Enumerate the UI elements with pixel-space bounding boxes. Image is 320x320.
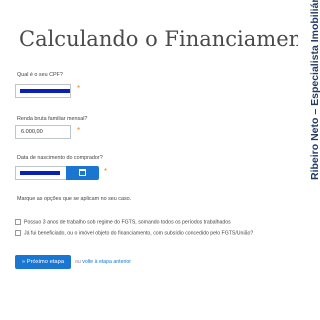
side-caption: Ribeiro Neto – Especialista Imobiliário: [309, 0, 320, 180]
calendar-button[interactable]: [66, 166, 99, 180]
or-text: ou: [75, 259, 81, 265]
income-required-marker: *: [77, 126, 81, 135]
birthdate-required-marker: *: [104, 167, 108, 176]
option-fgts-3-years[interactable]: Possuo 3 anos de trabalho sob regime do …: [15, 219, 231, 225]
income-label: Renda bruta familiar mensal?: [17, 116, 88, 122]
options-label: Marque as opções que se aplicam no seu c…: [17, 196, 132, 202]
birthdate-label: Data de nascimento do comprador?: [17, 155, 103, 161]
checkbox[interactable]: [15, 230, 21, 236]
option-label: Possuo 3 anos de trabalho sob regime do …: [24, 219, 231, 226]
calendar-icon: [79, 169, 86, 176]
page-title: Calculando o Financiamento: [19, 27, 320, 51]
redacted-birthdate: [20, 171, 60, 175]
checkbox[interactable]: [15, 219, 21, 225]
cpf-required-marker: *: [77, 84, 81, 93]
slide: Calculando o Financiamento Ribeiro Neto …: [0, 0, 320, 320]
option-already-benefited[interactable]: Já fui beneficiado, ou o imóvel objeto d…: [15, 230, 253, 236]
back-prompt: ou volte à etapa anterior: [75, 259, 131, 265]
birthdate-input[interactable]: [15, 166, 67, 180]
option-label: Já fui beneficiado, ou o imóvel objeto d…: [24, 230, 254, 237]
income-value: 6.000,00: [21, 129, 43, 135]
cpf-input[interactable]: [15, 84, 71, 98]
back-link[interactable]: volte à etapa anterior: [82, 259, 131, 265]
redacted-cpf: [20, 89, 70, 93]
cpf-label: Qual é o seu CPF?: [17, 72, 63, 78]
income-input[interactable]: 6.000,00: [15, 125, 71, 139]
next-step-button[interactable]: » Próximo etapa: [15, 255, 71, 269]
